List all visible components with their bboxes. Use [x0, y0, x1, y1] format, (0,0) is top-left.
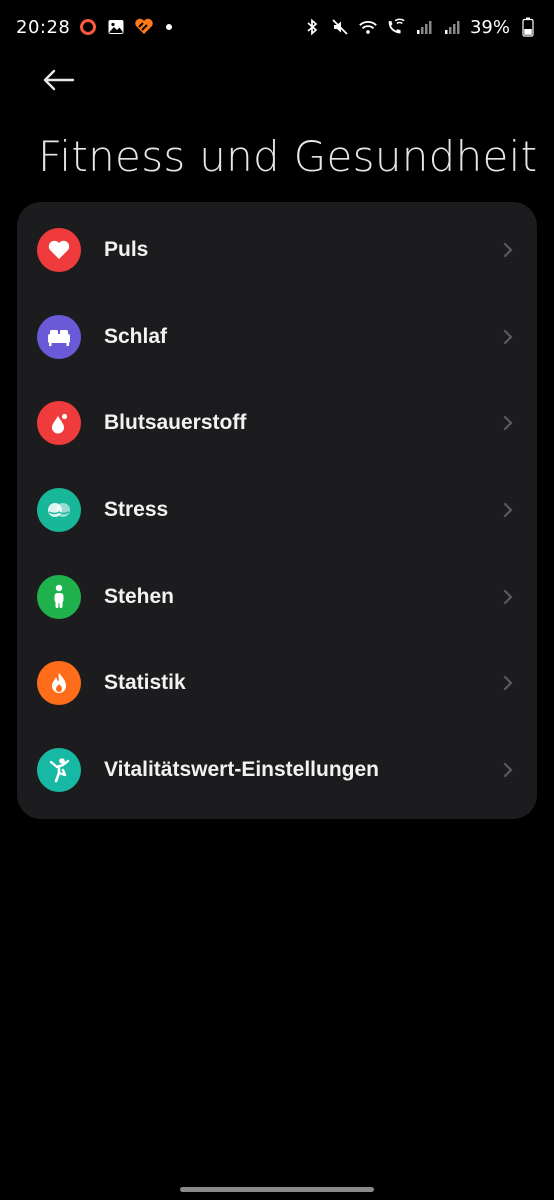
chevron-right-icon [501, 761, 515, 779]
menu-card: Puls Schlaf Blutsauerstoff Stress Stehen… [17, 202, 537, 819]
gallery-icon [106, 17, 126, 37]
menu-item-label: Schlaf [104, 324, 168, 348]
menu-item-label: Stehen [104, 584, 175, 608]
battery-icon [518, 17, 538, 37]
mute-icon [330, 17, 350, 37]
activity-person-icon [37, 747, 81, 792]
menu-item-stress[interactable]: Stress [17, 467, 537, 554]
chevron-right-icon [501, 328, 515, 346]
record-circle-icon [78, 17, 98, 37]
heart-icon [37, 228, 81, 273]
back-button[interactable] [36, 60, 80, 100]
chevron-right-icon [501, 674, 515, 692]
status-left: 20:28 [16, 16, 173, 38]
chevron-right-icon [501, 414, 515, 432]
chevron-right-icon [501, 501, 515, 519]
menu-item-statistik[interactable]: Statistik [17, 640, 537, 727]
wifi-calling-icon [386, 17, 406, 37]
flame-icon [37, 661, 81, 706]
blood-drop-icon [37, 401, 81, 446]
status-right: 39% [302, 17, 538, 38]
bluetooth-icon [302, 17, 322, 37]
menu-item-label: Statistik [104, 671, 186, 695]
menu-item-label: Vitalitätswert-Einstellungen [104, 757, 379, 781]
menu-item-label: Blutsauerstoff [104, 411, 247, 435]
chevron-right-icon [501, 241, 515, 259]
standing-person-icon [37, 574, 81, 619]
menu-item-stehen[interactable]: Stehen [17, 553, 537, 640]
chevron-right-icon [501, 588, 515, 606]
menu-item-label: Puls [104, 238, 149, 262]
stress-icon [37, 488, 81, 533]
status-bar: 20:28 39% [0, 0, 554, 54]
wifi-icon [358, 17, 378, 37]
page-title: Fitness und Gesundheit [38, 132, 538, 181]
status-time: 20:28 [16, 16, 71, 38]
menu-item-blutsauerstoff[interactable]: Blutsauerstoff [17, 380, 537, 467]
home-indicator[interactable] [180, 1187, 374, 1192]
signal-icon-2 [442, 17, 462, 37]
menu-item-schlaf[interactable]: Schlaf [17, 294, 537, 381]
bed-icon [37, 314, 81, 359]
screen: 20:28 39% Fitness und Gesundheit Puls Sc… [0, 0, 554, 1200]
notification-dot [166, 24, 173, 30]
menu-item-puls[interactable]: Puls [17, 207, 537, 294]
menu-item-vitalitaetswert-einstellungen[interactable]: Vitalitätswert-Einstellungen [17, 727, 537, 814]
menu-item-label: Stress [104, 498, 169, 522]
arrow-left-icon [43, 69, 75, 91]
app-badge-icon [134, 17, 154, 37]
battery-percent: 39% [469, 16, 510, 38]
signal-icon [414, 17, 434, 37]
